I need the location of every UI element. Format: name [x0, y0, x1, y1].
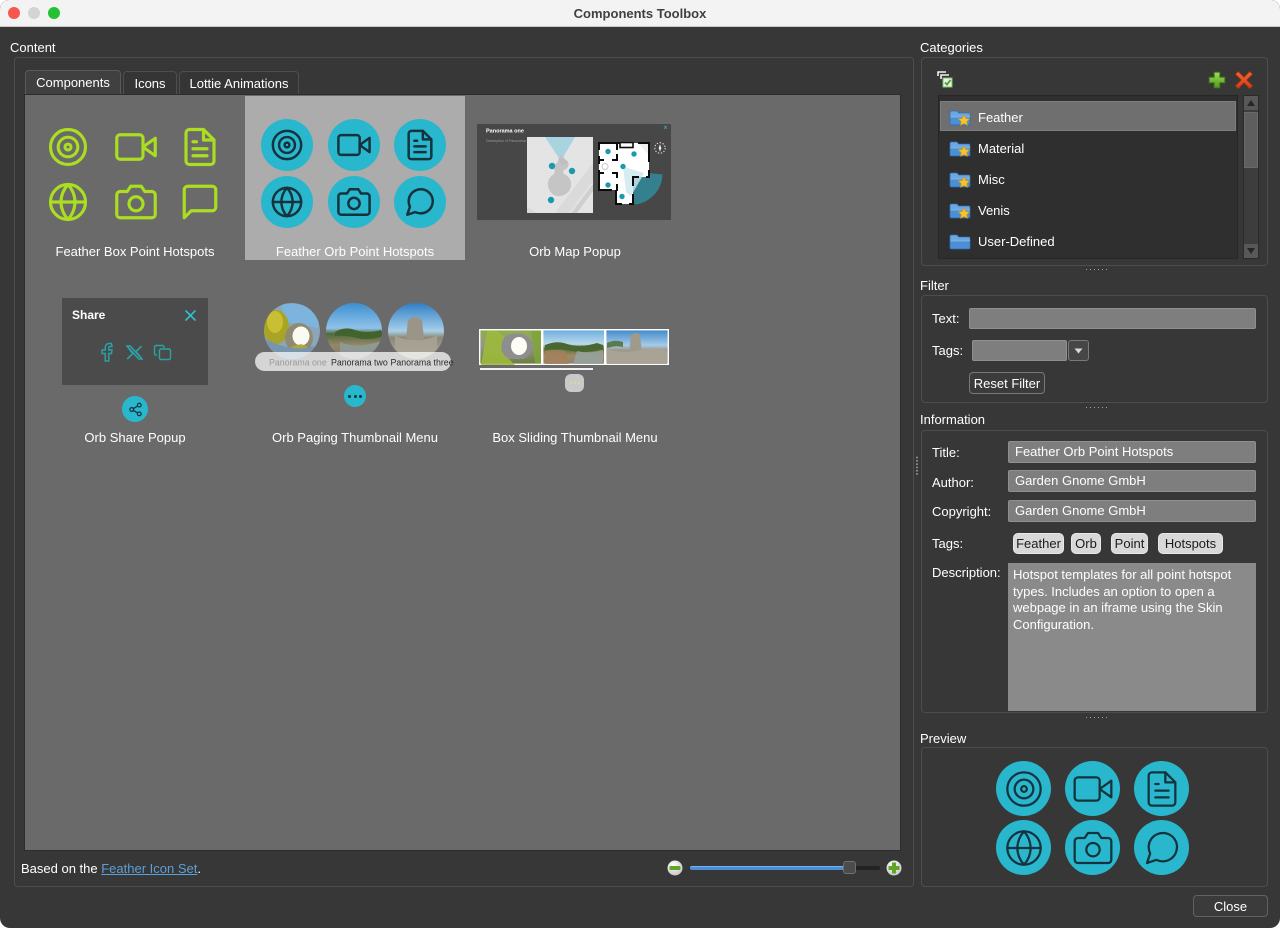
- svg-text:Panorama three: Panorama three: [391, 358, 454, 368]
- svg-text:Panorama one: Panorama one: [269, 358, 327, 368]
- svg-text:Panorama two: Panorama two: [331, 358, 388, 368]
